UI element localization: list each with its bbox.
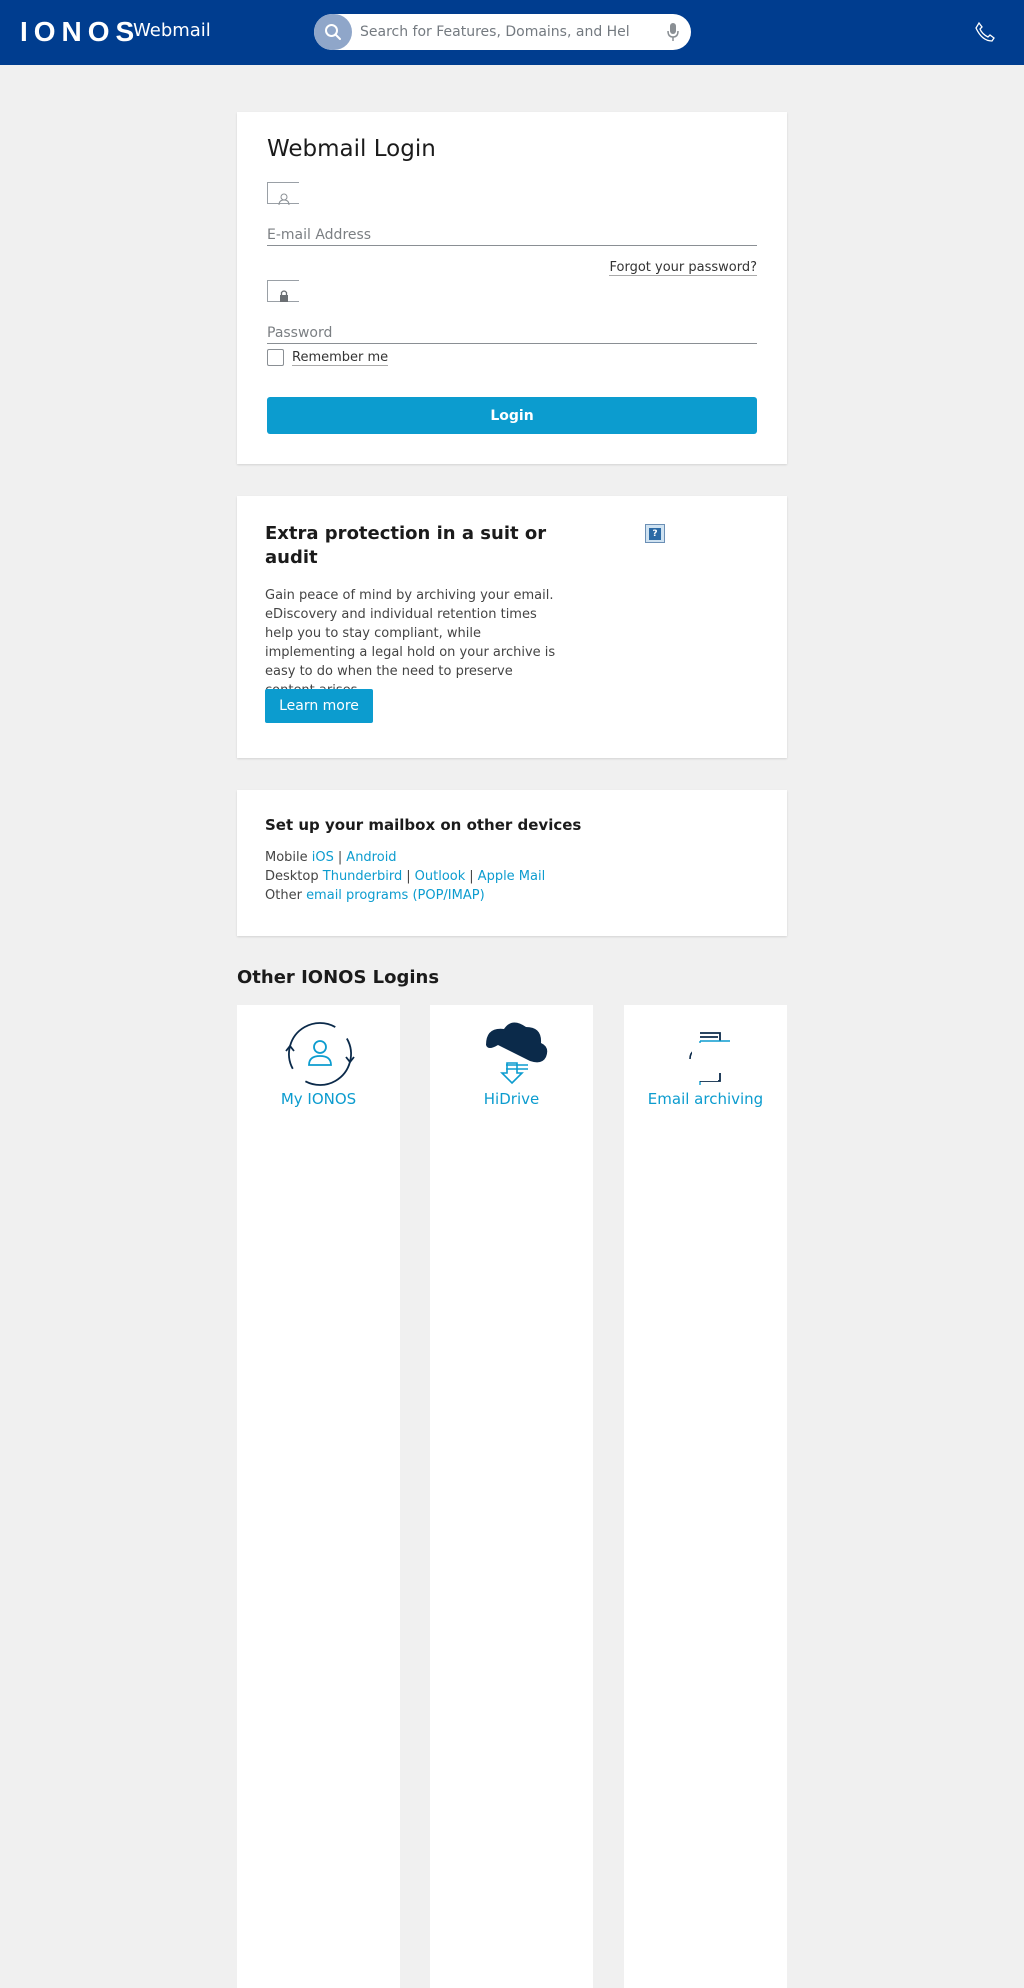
separator: | (469, 869, 474, 884)
hidrive-tile[interactable]: HiDrive (430, 1005, 593, 1988)
outlook-link[interactable]: Outlook (415, 869, 466, 884)
remember-me-checkbox[interactable] (267, 349, 284, 366)
forgot-password-link[interactable]: Forgot your password? (609, 260, 757, 276)
thunderbird-link[interactable]: Thunderbird (323, 869, 403, 884)
microphone-icon[interactable] (667, 22, 679, 46)
email-archiving-link[interactable]: Email archiving (624, 1090, 787, 1108)
mobile-row: Mobile iOS | Android (265, 850, 397, 865)
ionos-logo[interactable]: IONOS (20, 16, 141, 47)
user-icon (267, 182, 299, 205)
app-title: Webmail (133, 20, 211, 41)
separator: | (337, 850, 343, 865)
apple-mail-link[interactable]: Apple Mail (478, 869, 546, 884)
my-ionos-tile[interactable]: My IONOS (237, 1005, 400, 1988)
devices-title: Set up your mailbox on other devices (265, 816, 582, 834)
search-icon[interactable] (314, 14, 352, 50)
devices-card: Set up your mailbox on other devices Mob… (237, 790, 787, 936)
search-bar (314, 14, 691, 50)
promo-text: Gain peace of mind by archiving your ema… (265, 588, 556, 698)
archive-icon (662, 1019, 752, 1089)
email-archiving-tile[interactable]: Email archiving (624, 1005, 787, 1988)
other-label: Other (265, 888, 302, 903)
password-field[interactable] (267, 322, 757, 344)
email-field[interactable] (267, 224, 757, 246)
promo-title: Extra protection in a suit or audit (265, 523, 547, 568)
login-card: Webmail Login Forgot your password? Reme… (237, 112, 787, 464)
separator: | (406, 869, 411, 884)
hidrive-link[interactable]: HiDrive (430, 1090, 593, 1108)
other-row: Other email programs (POP/IMAP) (265, 888, 485, 903)
android-link[interactable]: Android (346, 850, 396, 865)
user-sync-icon (275, 1019, 365, 1089)
desktop-row: Desktop Thunderbird | Outlook | Apple Mail (265, 869, 545, 884)
desktop-label: Desktop (265, 869, 319, 884)
my-ionos-link[interactable]: My IONOS (237, 1090, 400, 1108)
login-button[interactable]: Login (267, 397, 757, 434)
learn-more-button[interactable]: Learn more (265, 689, 373, 723)
top-bar: IONOS Webmail (0, 0, 1024, 65)
email-programs-link[interactable]: email programs (POP/IMAP) (306, 888, 485, 903)
mobile-label: Mobile (265, 850, 308, 865)
search-input[interactable] (360, 21, 630, 43)
logo-wordmark: IONOS (20, 16, 141, 47)
login-title: Webmail Login (267, 136, 436, 162)
remember-me-label[interactable]: Remember me (292, 350, 389, 366)
promo-card: Extra protection in a suit or audit Gain… (237, 496, 787, 758)
ios-link[interactable]: iOS (312, 850, 334, 865)
other-logins-title: Other IONOS Logins (237, 967, 440, 988)
phone-icon[interactable] (973, 20, 997, 48)
broken-image-icon: ? (645, 524, 665, 543)
cloud-upload-icon (468, 1019, 558, 1089)
lock-icon (267, 280, 299, 302)
